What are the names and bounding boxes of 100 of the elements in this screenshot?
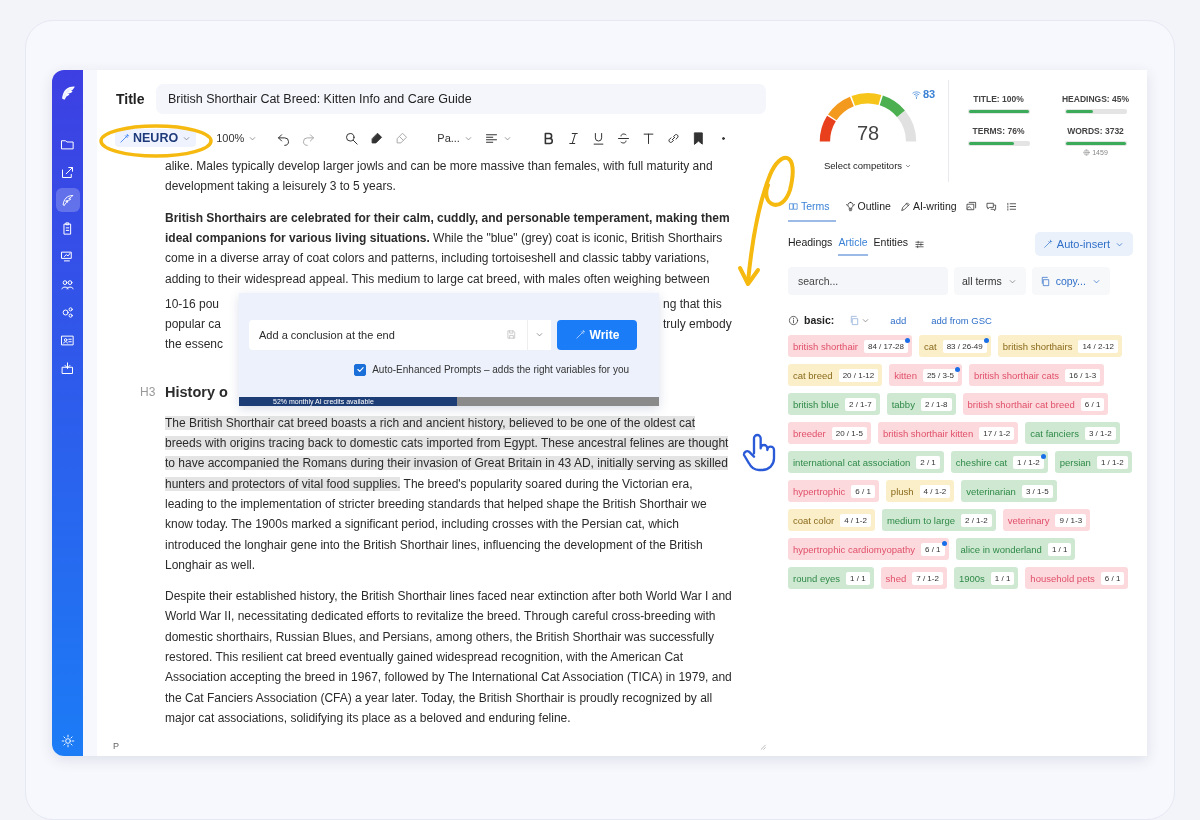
sub-tab[interactable]: Headings — [788, 232, 833, 256]
term-chip[interactable]: alice in wonderland 1 / 1 — [955, 538, 1076, 560]
term-chip[interactable]: plush 4 / 1-2 — [885, 480, 955, 502]
marker-icon[interactable] — [369, 130, 385, 146]
images-icon — [965, 201, 977, 212]
term-count: 20 / 1-5 — [831, 426, 867, 440]
term-chip[interactable]: british shorthairs 14 / 2-12 — [997, 335, 1122, 357]
share-icon — [60, 164, 75, 180]
term-count: 2 / 1-8 — [920, 397, 952, 411]
term-chip[interactable]: cheshire cat 1 / 1-2 — [950, 451, 1048, 473]
section-heading: History o — [165, 382, 229, 402]
write-button[interactable]: Write — [557, 319, 637, 350]
globe-icon — [1083, 149, 1091, 156]
section-label: basic: — [804, 314, 835, 326]
paragraph-style-dropdown[interactable]: Pa... — [437, 132, 474, 145]
wand-icon — [1042, 239, 1053, 249]
paragraph: British Shorthairs are celebrated for their calm, cuddly, and personable temperament, making them ideal companions for various living situations. While the "blue" (grey) coat is iconic, British Shorthairs come in a diverse array of coat colors and patterns, including tortoiseshell and classic tabby variations, adding to their widespread appeal. This medium to large cat breed, with males often weighing between — [165, 209, 731, 288]
search-field[interactable]: search... — [788, 267, 948, 295]
add-from-gsc-link[interactable]: add from GSC — [931, 314, 992, 326]
metric-label: TERMS: 76% — [972, 126, 1025, 136]
term-count: 3 / 1-2 — [1084, 426, 1116, 440]
search-icon[interactable] — [344, 130, 360, 146]
panel-tab[interactable]: AI-writing — [899, 196, 957, 222]
term-count: 1 / 1-2 — [1096, 455, 1128, 469]
term-chip[interactable]: household pets 6 / 1 — [1025, 567, 1129, 589]
title-label: Title — [116, 91, 144, 107]
term-count: 25 / 3-5 — [922, 368, 959, 382]
panel-tab[interactable]: Outline — [844, 196, 891, 222]
term-chip[interactable]: persian 1 / 1-2 — [1054, 451, 1132, 473]
term-chip[interactable]: medium to large 2 / 1-2 — [881, 509, 996, 531]
text-fragment: ng that this — [662, 295, 723, 313]
term-count: 1 / 1 — [1047, 542, 1072, 556]
term-count: 2 / 1-7 — [844, 397, 876, 411]
term-count: 6 / 1 — [921, 542, 945, 556]
term-chip[interactable]: hypertrophic 6 / 1 — [788, 480, 879, 502]
term-count: 6 / 1 — [851, 484, 875, 498]
term-count: 14 / 2-12 — [1078, 339, 1118, 353]
panel-tab[interactable]: Terms — [788, 196, 836, 222]
term-chip[interactable]: kitten 25 / 3-5 — [889, 364, 963, 386]
term-count: 1 / 1 — [990, 571, 1015, 585]
term-count: 84 / 17-28 — [863, 339, 908, 353]
flag-dot — [905, 337, 910, 343]
paragraph: alike. Males typically develop larger jowls and can be more massive than females, with full maturity and development taking a leisurely 3 to 5 years. — [165, 158, 714, 196]
tiles-icon — [788, 200, 799, 212]
term-chip[interactable]: cat 83 / 26-49 — [919, 335, 991, 357]
term-count: 4 / 1-2 — [919, 484, 951, 498]
text-fragment: truly embody — [662, 316, 732, 334]
term-count: 83 / 26-49 — [942, 339, 987, 353]
title-field[interactable]: British Shorthair Cat Breed: Kitten Info and Care Guide — [156, 84, 766, 114]
term-chip[interactable]: round eyes 1 / 1 — [788, 567, 874, 589]
strikethrough-icon[interactable] — [615, 130, 631, 146]
term-chip[interactable]: british shorthair cats 16 / 1-3 — [969, 364, 1105, 386]
term-chip[interactable]: veterinarian 3 / 1-5 — [961, 480, 1057, 502]
monitor-icon — [60, 248, 75, 264]
flag-dot — [955, 366, 961, 372]
flag-dot — [983, 337, 989, 343]
term-count: 2 / 1-2 — [961, 513, 992, 527]
sliders-icon[interactable] — [914, 238, 925, 250]
term-chip[interactable]: international cat association 2 / 1 — [788, 451, 944, 473]
add-link[interactable]: add — [890, 314, 907, 326]
feather-nav-button[interactable] — [55, 188, 80, 212]
paragraph: The British Shorthair cat breed boasts a rich and ancient history, believed to be one of the oldest cat breeds with origins tracing back to domestic cats imported from Egypt. These ancestral felines are thought to have accompanied the Romans during their invasion of Great Britain in 43 AD, initially serving as skilled hunters and protectors of vital food supplies. The breed's popularity soared during the Victorian era, leading to the implementation of stricter breeding standards that helped shape the British Shorthair we know today. The 1900s marked a significant period, including crosses with the Persian cat, which introduced the longhair gene into the British Shorthair lines, influencing the development of the British Longhair as well. — [165, 414, 730, 574]
term-count: 17 / 1-2 — [979, 426, 1015, 440]
mode-dropdown[interactable]: NEURO — [115, 129, 197, 148]
auto-insert-dropdown[interactable]: Auto-insert — [1034, 232, 1133, 256]
term-count: 6 / 1 — [1100, 571, 1125, 585]
target-score: 83 — [923, 88, 936, 100]
sub-tab[interactable]: Article — [838, 232, 868, 256]
term-count: 1 / 1-2 — [1013, 455, 1044, 469]
competitors-dropdown[interactable]: Select competitors — [823, 160, 913, 171]
feather-icon — [60, 192, 75, 208]
term-chip[interactable]: breeder 20 / 1-5 — [788, 422, 871, 444]
text-fragment: popular ca — [165, 316, 223, 334]
auto-prompts-checkbox[interactable] — [354, 363, 367, 376]
term-chip[interactable]: british shorthair cat breed 6 / 1 — [962, 393, 1109, 415]
metric-label: WORDS: 3732 — [1067, 126, 1124, 136]
checkmark-icon — [355, 365, 365, 375]
wand-icon — [574, 329, 586, 341]
term-chip[interactable]: veterinary 9 / 1-3 — [1002, 509, 1091, 531]
term-chip[interactable]: cat fanciers 3 / 1-2 — [1025, 422, 1120, 444]
term-chip[interactable]: shed 7 / 1-2 — [880, 567, 947, 589]
term-chip[interactable]: british shorthair 84 / 17-28 — [788, 335, 912, 357]
term-chip[interactable]: 1900s 1 / 1 — [953, 567, 1019, 589]
score-value: 78 — [856, 122, 880, 145]
prompt-input[interactable]: Add a conclusion at the end — [249, 319, 527, 350]
paragraph: Despite their established history, the British Shorthair lines faced near extinction after both World War I and World War II, necessitating dedicated efforts to revitalize the breed. Through careful cross-breeding with domestic shorthairs, Russian Blues, and Persians, among others, the British Shorthair was successfully restored. This resilient cat breed eventually gained widespread recognition, with the American Cat Association accepting the breed in 1967, followed by The International Cat Association (TICA) in 1979, and the Cat Fanciers Association (CFA) a year later. Today, the British Shorthair is proudly recognized by all major cat associations, solidifying its place as a beloved and enduring feline. — [165, 588, 733, 727]
term-count: 20 / 1-12 — [838, 368, 879, 382]
gears-icon — [60, 304, 75, 320]
sub-tab[interactable]: Entities — [873, 232, 908, 256]
sun-icon[interactable] — [60, 734, 75, 748]
term-chip[interactable]: british blue 2 / 1-7 — [788, 393, 880, 415]
zoom-dropdown[interactable]: 100% — [216, 132, 259, 145]
copy-dropdown[interactable]: copy... — [1031, 267, 1110, 295]
term-chip[interactable]: british shorthair kitten 17 / 1-2 — [877, 422, 1019, 444]
text-fragment: 10-16 pou — [165, 295, 221, 313]
term-chip[interactable]: cat breed 20 / 1-12 — [788, 364, 883, 386]
term-chip[interactable]: hypertrophic cardiomyopathy 6 / 1 — [788, 538, 949, 560]
term-chip[interactable]: tabby 2 / 1-8 — [886, 393, 956, 415]
term-chip[interactable]: coat color 4 / 1-2 — [788, 509, 875, 531]
terms-filter-dropdown[interactable]: all terms — [954, 267, 1026, 295]
